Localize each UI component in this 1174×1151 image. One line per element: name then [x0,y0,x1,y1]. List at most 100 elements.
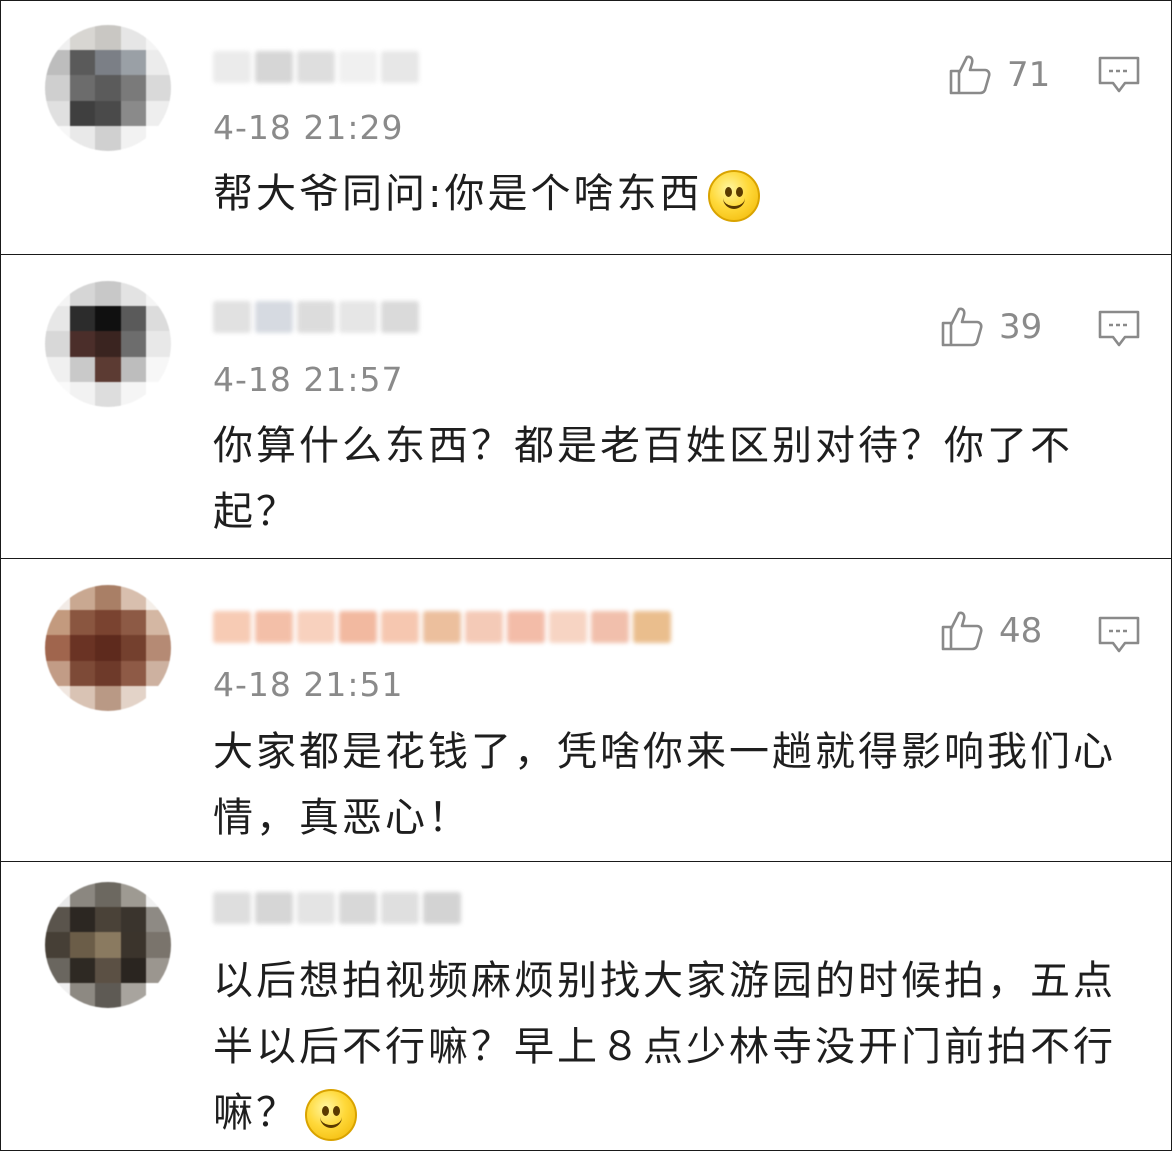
username-blur-block [255,301,293,333]
avatar-mosaic-tile [120,660,146,686]
thumbs-up-icon [941,611,983,651]
like-count: 48 [999,611,1043,651]
comment-text-content: 大家都是花钱了，凭啥你来一趟就得影响我们心情，真恶心！ [213,729,1116,841]
username-blur-block [213,611,251,643]
avatar-mosaic-tile [45,125,71,151]
comment-time: 4-18 21:57 [213,360,404,399]
username-blur-block [255,892,293,924]
username-blur-block [591,611,629,643]
avatar-mosaic-tile [145,685,171,711]
avatar-mosaic-tile [95,25,121,51]
avatar-mosaic-tile [70,381,96,407]
username-blur-block [633,611,671,643]
avatar-mosaic-tile [145,306,171,332]
like-button[interactable]: 48 [937,607,1042,655]
avatar[interactable] [45,585,171,711]
avatar-mosaic-tile [45,75,71,101]
avatar-mosaic-tile [95,75,121,101]
avatar-mosaic-tile [120,635,146,661]
avatar-mosaic-tile [95,982,121,1008]
avatar-mosaic-tile [95,356,121,382]
avatar-mosaic-tile [45,306,71,332]
avatar-mosaic-tile [70,957,96,983]
avatar[interactable] [45,25,171,151]
avatar-mosaic-tile [95,685,121,711]
reply-button[interactable] [1097,309,1141,349]
avatar-mosaic-tile [70,685,96,711]
avatar-mosaic-tile [145,982,171,1008]
avatar-mosaic-tile [145,356,171,382]
like-count: 39 [999,307,1043,347]
avatar-mosaic-tile [70,25,96,51]
avatar-mosaic-tile [70,75,96,101]
avatar-mosaic-tile [95,907,121,933]
avatar-mosaic-tile [120,957,146,983]
avatar-mosaic-tile [70,331,96,357]
avatar-mosaic-tile [95,660,121,686]
username-blur-block [423,611,461,643]
username-blur-block [213,892,251,924]
avatar-mosaic-tile [120,331,146,357]
avatar-mosaic-tile [120,907,146,933]
username-blur-block [213,301,251,333]
avatar-mosaic-tile [45,957,71,983]
comment-text: 大家都是花钱了，凭啥你来一趟就得影响我们心情，真恶心！ [213,719,1138,851]
username-blur-block [507,611,545,643]
username-blur-block [297,51,335,83]
comment-card: 4-18 21:51 大家都是花钱了，凭啥你来一趟就得影响我们心情，真恶心！ 4… [0,558,1172,862]
username-blur-block [423,892,461,924]
avatar-mosaic-tile [120,882,146,908]
avatar[interactable] [45,882,171,1008]
avatar-mosaic-tile [45,932,71,958]
username-blurred[interactable] [213,295,419,339]
username-blurred[interactable] [213,45,419,89]
avatar-mosaic-tile [95,281,121,307]
smile-emoji-icon [708,170,761,222]
username-blur-block [339,892,377,924]
username-blurred[interactable] [213,886,461,930]
avatar-mosaic-tile [45,356,71,382]
username-blurred[interactable] [213,605,671,649]
username-blur-block [339,51,377,83]
username-blur-block [297,892,335,924]
username-blur-block [381,301,419,333]
comment-card: 4-18 21:57 你算什么东西？都是老百姓区别对待？你了不起？ 39 [0,254,1172,559]
avatar-mosaic-tile [70,882,96,908]
avatar-mosaic-tile [95,331,121,357]
avatar-mosaic-tile [120,306,146,332]
avatar-mosaic-tile [95,882,121,908]
username-blur-block [381,611,419,643]
like-button[interactable]: 39 [937,303,1042,351]
comment-text: 以后想拍视频麻烦别找大家游园的时候拍，五点半以后不行嘛？早上８点少林寺没开门前拍… [213,948,1138,1146]
avatar-mosaic-tile [95,100,121,126]
avatar-mosaic-tile [145,331,171,357]
avatar-mosaic-tile [70,306,96,332]
avatar-mosaic-tile [145,75,171,101]
avatar-mosaic-tile [145,381,171,407]
avatar-mosaic-tile [45,982,71,1008]
avatar-mosaic-tile [120,381,146,407]
avatar-mosaic-tile [70,982,96,1008]
avatar-mosaic-tile [145,932,171,958]
username-blur-block [297,611,335,643]
username-blur-block [297,301,335,333]
avatar[interactable] [45,281,171,407]
avatar-mosaic-tile [45,100,71,126]
avatar-mosaic-tile [70,932,96,958]
avatar-mosaic-tile [45,907,71,933]
avatar-mosaic-tile [70,585,96,611]
avatar-mosaic-tile [70,125,96,151]
avatar-mosaic-tile [70,281,96,307]
reply-button[interactable] [1097,55,1141,95]
avatar-mosaic-tile [120,585,146,611]
username-blur-block [381,51,419,83]
like-button[interactable]: 71 [945,51,1050,99]
comment-text-content: 帮大爷同问:你是个啥东西 [213,171,703,217]
avatar-mosaic-tile [120,25,146,51]
avatar-mosaic-tile [120,75,146,101]
smile-emoji-icon [305,1089,357,1141]
avatar-mosaic-tile [145,907,171,933]
avatar-mosaic-tile [95,306,121,332]
reply-button[interactable] [1097,615,1141,655]
avatar-mosaic-tile [70,100,96,126]
